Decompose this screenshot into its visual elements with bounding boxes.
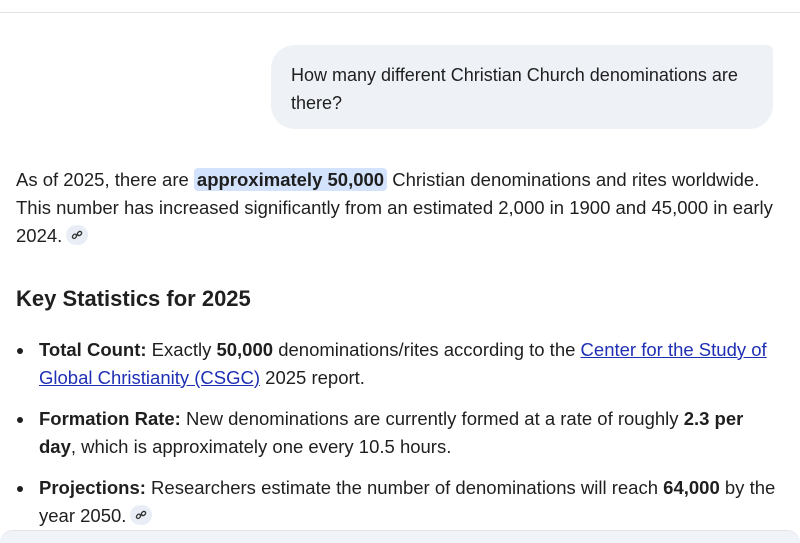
list-item-formation-rate: Formation Rate: New denominations are cu… [16, 405, 776, 461]
user-message-bubble: How many different Christian Church deno… [271, 45, 773, 129]
citation-button[interactable] [66, 225, 89, 245]
item-bold: 50,000 [216, 339, 274, 360]
top-divider [0, 12, 800, 13]
item-text: denominations/rites according to the [273, 339, 581, 360]
item-text: Researchers estimate the number of denom… [145, 477, 664, 498]
link-icon [136, 510, 147, 520]
list-item-projections: Projections: Researchers estimate the nu… [16, 474, 776, 530]
item-text: 2025 report. [260, 367, 365, 388]
citation-button[interactable] [130, 505, 153, 525]
item-text: , which is approximately one every 10.5 … [70, 436, 452, 457]
user-message-text: How many different Christian Church deno… [291, 65, 738, 113]
link-icon [72, 230, 83, 240]
answer-highlight[interactable]: approximately 50,000 [193, 168, 388, 191]
statistics-list: Total Count: Exactly 50,000 denomination… [16, 336, 776, 543]
item-text: New denominations are currently formed a… [180, 408, 684, 429]
item-text: Exactly [146, 339, 217, 360]
item-label: Projections: [39, 477, 146, 498]
answer-text-before: As of 2025, there are [16, 169, 194, 190]
bullet [17, 348, 23, 354]
bullet [17, 417, 23, 423]
item-label: Formation Rate: [39, 408, 181, 429]
bullet [17, 486, 23, 492]
item-bold: 64,000 [663, 477, 720, 498]
item-label: Total Count: [39, 339, 147, 360]
list-item-total-count: Total Count: Exactly 50,000 denomination… [16, 336, 776, 392]
answer-paragraph: As of 2025, there are approximately 50,0… [16, 166, 786, 250]
section-heading: Key Statistics for 2025 [16, 286, 251, 311]
